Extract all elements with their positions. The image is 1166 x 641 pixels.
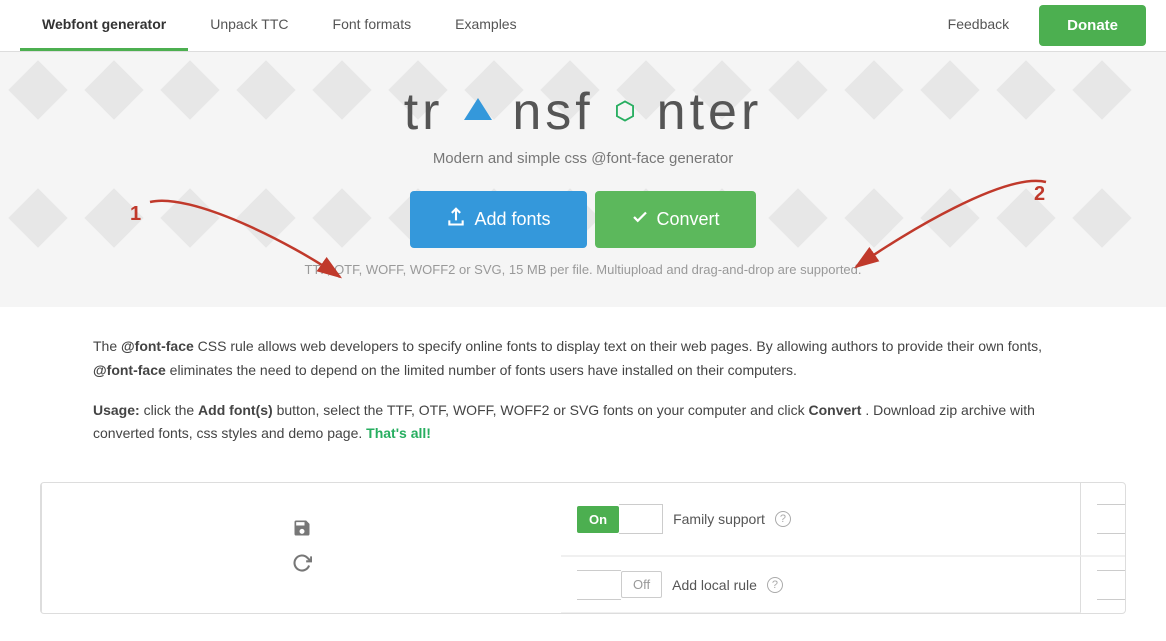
feedback-button[interactable]: Feedback — [926, 2, 1031, 49]
tab-font-formats[interactable]: Font formats — [311, 0, 434, 51]
desc-text-2: eliminates the need to depend on the lim… — [170, 362, 797, 378]
hero-tagline: Modern and simple css @font-face generat… — [0, 150, 1166, 167]
tab-examples[interactable]: Examples — [433, 0, 538, 51]
settings-panel: On Family support ? Off Fix vertical met… — [40, 482, 1126, 614]
site-logo: tr nsf nter — [0, 82, 1166, 142]
toggle-on-button[interactable]: On — [577, 506, 619, 533]
checkmark-icon — [631, 208, 649, 231]
toggle-on-area[interactable] — [1097, 504, 1126, 534]
add-fonts-label: Add fonts — [474, 209, 550, 230]
convert-label: Convert — [657, 209, 720, 230]
toggle-off-area[interactable] — [619, 504, 663, 534]
convert-button[interactable]: Convert — [595, 191, 756, 248]
logo-hexagon-icon — [614, 100, 636, 122]
hero-buttons: Add fonts Convert — [0, 191, 1166, 248]
nav-bar: Webfont generator Unpack TTC Font format… — [0, 0, 1166, 52]
hero-section: 1 2 tr nsf nter Modern and simple css @f… — [0, 52, 1166, 307]
refresh-icon[interactable] — [292, 553, 312, 578]
settings-grid: On Family support ? Off Fix vertical met… — [41, 483, 1125, 613]
side-icons-panel — [41, 483, 561, 613]
usage-text-1: click the — [144, 402, 198, 418]
family-support-help-icon[interactable]: ? — [775, 511, 791, 527]
base64-encode-row: Off Base64 encode ? — [1081, 556, 1125, 613]
logo-triangle-icon — [464, 98, 492, 120]
toggle-off-button-2[interactable]: Off — [621, 571, 662, 598]
add-local-help-icon[interactable]: ? — [767, 577, 783, 593]
add-local-rule-label: Add local rule — [672, 577, 757, 593]
tab-webfont-generator[interactable]: Webfont generator — [20, 0, 188, 51]
content-section: The @font-face CSS rule allows web devel… — [33, 307, 1133, 482]
add-fonts-button[interactable]: Add fonts — [410, 191, 586, 248]
usage-paragraph: Usage: click the Add font(s) button, sel… — [93, 399, 1073, 447]
add-fonts-bold: Add font(s) — [198, 402, 273, 418]
fix-vertical-toggle: Off — [1097, 504, 1126, 534]
donate-button[interactable]: Donate — [1039, 5, 1146, 46]
family-support-label: Family support — [673, 511, 765, 527]
font-face-bold-2: @font-face — [93, 362, 166, 378]
font-face-bold-1: @font-face — [121, 338, 194, 354]
save-icon[interactable] — [292, 518, 312, 543]
upload-icon — [446, 207, 466, 232]
tab-unpack-ttc[interactable]: Unpack TTC — [188, 0, 310, 51]
usage-label: Usage: — [93, 402, 140, 418]
convert-bold: Convert — [809, 402, 862, 418]
fix-vertical-metrics-row: Off Fix vertical metrics ? — [1081, 483, 1125, 556]
base64-toggle: Off — [1097, 570, 1126, 600]
file-info-text: TTF, OTF, WOFF, WOFF2 or SVG, 15 MB per … — [0, 262, 1166, 277]
toggle-on-area-2[interactable] — [577, 570, 621, 600]
toggle-on-area-3[interactable] — [1097, 570, 1126, 600]
desc-text-1: CSS rule allows web developers to specif… — [198, 338, 1042, 354]
description-paragraph-1: The @font-face CSS rule allows web devel… — [93, 335, 1073, 383]
thats-all-text: That's all! — [366, 425, 431, 441]
family-support-row: On Family support ? — [561, 483, 1081, 556]
family-support-toggle: On — [577, 504, 663, 534]
usage-text-2: button, select the TTF, OTF, WOFF, WOFF2… — [277, 402, 809, 418]
add-local-toggle: Off — [577, 570, 662, 600]
add-local-rule-row: Off Add local rule ? — [561, 556, 1081, 613]
